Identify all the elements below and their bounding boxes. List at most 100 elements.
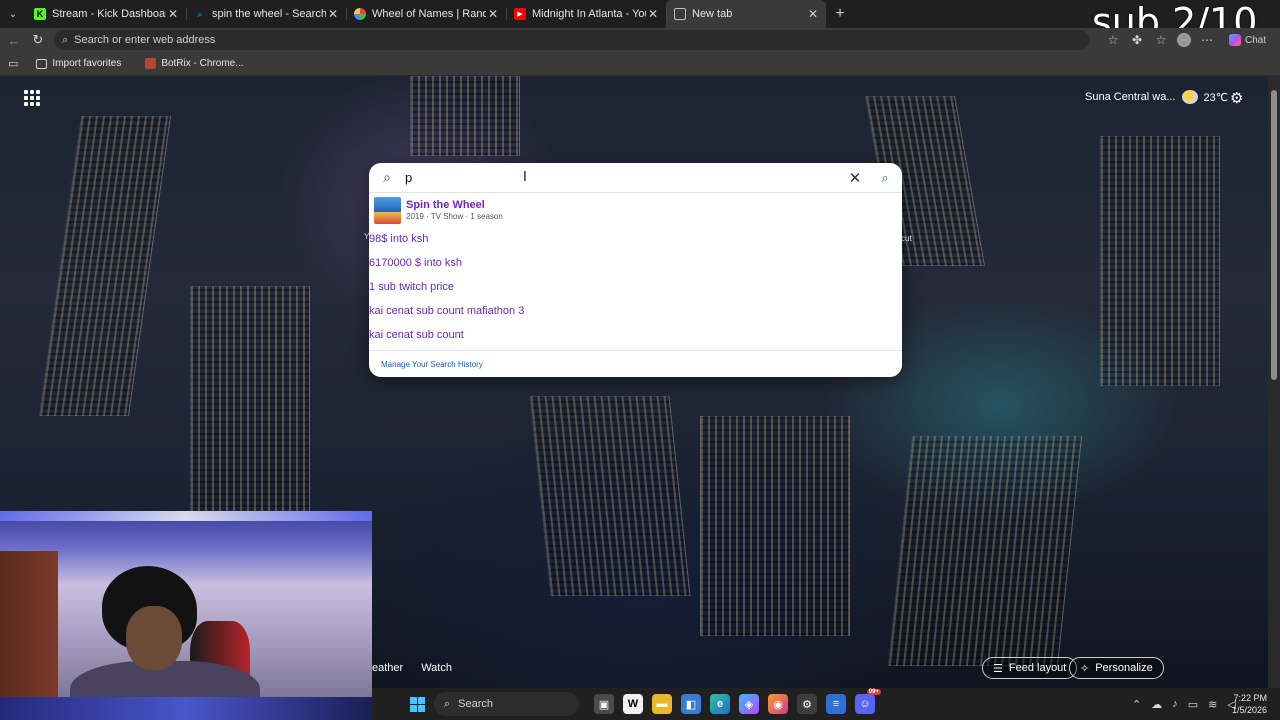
system-tray: ⌃ ☁ ♪ ▭ ≋ ◁ (1132, 688, 1236, 720)
import-icon (36, 58, 48, 69)
windows-taskbar: ⌕ Search ▣ W ▬ ◧ e ◈ ◉ ⚙ ≡ ☺ 99+ ⌃ ☁ ♪ ▭… (372, 688, 1280, 720)
chevron-up-icon[interactable]: ⌃ (1132, 698, 1141, 711)
background-building (1100, 136, 1220, 386)
suggestion-text: 1 sub twitch price (369, 281, 454, 293)
tab-title: New tab (692, 8, 733, 20)
favorite-botrix[interactable]: BotRix - Chrome... (145, 58, 244, 69)
feed-layout-label: Feed layout (1008, 662, 1067, 674)
taskbar-search[interactable]: ⌕ Search (434, 692, 579, 716)
webcam-person-face (126, 606, 182, 670)
search-suggestions-panel: ⌕ ✕ ⌕ Spin the Wheel 2019 · TV Show · 1 … (369, 163, 902, 377)
show-thumbnail (374, 196, 401, 224)
microphone-icon[interactable]: ♪ (1172, 698, 1178, 710)
tab-actions-menu-button[interactable]: ⌄ (0, 0, 26, 28)
suggestion-text: 6170000 $ into ksh (369, 257, 462, 269)
close-tab-icon[interactable]: ✕ (646, 7, 660, 21)
bing-search-icon: ⌕ (197, 8, 203, 19)
vscode-icon[interactable]: ≡ (826, 694, 846, 714)
tab-youtube[interactable]: ▶ Midnight In Atlanta - YouTube ✕ (506, 0, 666, 28)
background-building (700, 416, 850, 636)
address-placeholder: Search or enter web address (74, 34, 216, 46)
favorites-icon[interactable]: ☆ (1153, 32, 1169, 48)
text-cursor-icon: I (523, 170, 527, 185)
history-suggestion[interactable]: ◷ 98$ into ksh (369, 227, 902, 251)
search-input[interactable] (405, 170, 842, 185)
taskbar-clock[interactable]: 7:22 PM 1/5/2026 (1232, 692, 1267, 716)
tab-kick-dashboard[interactable]: K Stream - Kick Dashboard ✕ (26, 0, 186, 28)
favorite-import-favorites[interactable]: Import favorites (36, 58, 121, 69)
steam-icon[interactable]: ⚙ (797, 694, 817, 714)
history-suggestion[interactable]: ◷ kai cenat sub count (369, 323, 902, 347)
tab-title: Midnight In Atlanta - YouTube (532, 8, 646, 20)
background-building (38, 116, 172, 416)
profile-avatar[interactable] (1177, 33, 1191, 47)
new-tab-button[interactable]: + (826, 0, 854, 28)
rich-suggestion-subtitle: 2019 · TV Show · 1 season (406, 211, 503, 221)
close-tab-icon[interactable]: ✕ (326, 7, 340, 21)
clock-time: 7:22 PM (1233, 693, 1268, 703)
tab-sidebar-icon[interactable]: ▭ (8, 57, 18, 70)
tab-wheel-of-names[interactable]: Wheel of Names | Random name pic ✕ (346, 0, 506, 28)
close-tab-icon[interactable]: ✕ (166, 7, 180, 21)
windows-start-icon[interactable] (410, 697, 425, 712)
tab-spin-the-wheel-search[interactable]: ⌕ spin the wheel - Search ✕ (186, 0, 346, 28)
quick-link-partial-label: cut (901, 234, 912, 243)
app-launcher-icon[interactable] (24, 90, 40, 106)
clear-search-icon[interactable]: ✕ (842, 169, 868, 187)
display-icon[interactable]: ▭ (1188, 698, 1198, 711)
search-icon: ⌕ (444, 697, 451, 710)
history-suggestion[interactable]: ◷ 1 sub twitch price (369, 275, 902, 299)
webcam-door (0, 551, 58, 720)
history-suggestion[interactable]: ◷ kai cenat sub count mafiathon 3 (369, 299, 902, 323)
tab-strip: ⌄ K Stream - Kick Dashboard ✕ ⌕ spin the… (0, 0, 1280, 28)
history-suggestion[interactable]: ◷ 6170000 $ into ksh (369, 251, 902, 275)
manage-search-history-link[interactable]: Manage Your Search History (369, 350, 902, 377)
chat-button[interactable]: Chat (1229, 34, 1266, 46)
feed-layout-button[interactable]: ☰ Feed layout (982, 657, 1078, 679)
close-tab-icon[interactable]: ✕ (806, 7, 820, 21)
suggestion-text: 98$ into ksh (369, 233, 429, 245)
rich-suggestion[interactable]: Spin the Wheel 2019 · TV Show · 1 season (369, 193, 902, 227)
extensions-icon[interactable]: ✤ (1129, 32, 1145, 48)
close-tab-icon[interactable]: ✕ (486, 7, 500, 21)
newtab-icon (674, 8, 686, 20)
discord-icon[interactable]: ☺ 99+ (855, 689, 881, 714)
favorite-star-icon[interactable]: ☆ (1105, 32, 1121, 48)
firefox-icon[interactable]: ◉ (768, 694, 788, 714)
discord-badge: 99+ (866, 689, 881, 695)
tab-title: Wheel of Names | Random name pic (372, 8, 486, 20)
rich-suggestion-title: Spin the Wheel (406, 198, 485, 211)
page-scrollbar-thumb[interactable] (1271, 90, 1277, 380)
background-building (410, 76, 520, 156)
partly-cloudy-icon (1181, 90, 1198, 104)
refresh-icon[interactable]: ↻ (26, 28, 50, 52)
webcam-desk (0, 697, 372, 720)
microsoft-store-icon[interactable]: ◧ (681, 694, 701, 714)
copilot-icon (1229, 34, 1241, 46)
file-explorer-icon[interactable]: ▬ (652, 694, 672, 714)
onedrive-cloud-icon[interactable]: ☁ (1151, 698, 1162, 711)
sparkle-icon: ✧ (1080, 662, 1090, 675)
favorite-label: Import favorites (52, 58, 122, 69)
chat-label: Chat (1245, 34, 1267, 46)
edge-icon[interactable]: e (710, 694, 730, 714)
wikipedia-icon[interactable]: W (623, 694, 643, 714)
weather-location: Suna Central wa... (1085, 91, 1176, 103)
webcam-overlay (0, 511, 372, 720)
personalize-button[interactable]: ✧ Personalize (1069, 657, 1164, 679)
address-bar-row: ← ↻ ⌕ Search or enter web address ☆ ✤ ☆ … (0, 28, 1280, 52)
wifi-icon[interactable]: ≋ (1208, 698, 1217, 711)
more-menu-icon[interactable]: ⋯ (1199, 32, 1215, 48)
tab-new-tab[interactable]: New tab ✕ (666, 0, 826, 28)
weather-widget[interactable]: Suna Central wa... 23℃ (1085, 90, 1228, 104)
address-input[interactable]: ⌕ Search or enter web address (54, 30, 1089, 50)
search-submit-icon[interactable]: ⌕ (868, 170, 902, 186)
favorite-label: BotRix - Chrome... (161, 58, 244, 69)
settings-gear-icon[interactable]: ⚙ (1230, 89, 1243, 107)
feed-nav-weather[interactable]: eather (372, 662, 403, 674)
favorites-bar: ▭ Import favorites BotRix - Chrome... (0, 52, 1280, 76)
task-view-icon[interactable]: ▣ (594, 694, 614, 714)
back-arrow-icon[interactable]: ← (2, 28, 26, 52)
copilot-icon[interactable]: ◈ (739, 694, 759, 714)
feed-nav-watch[interactable]: Watch (421, 662, 452, 674)
